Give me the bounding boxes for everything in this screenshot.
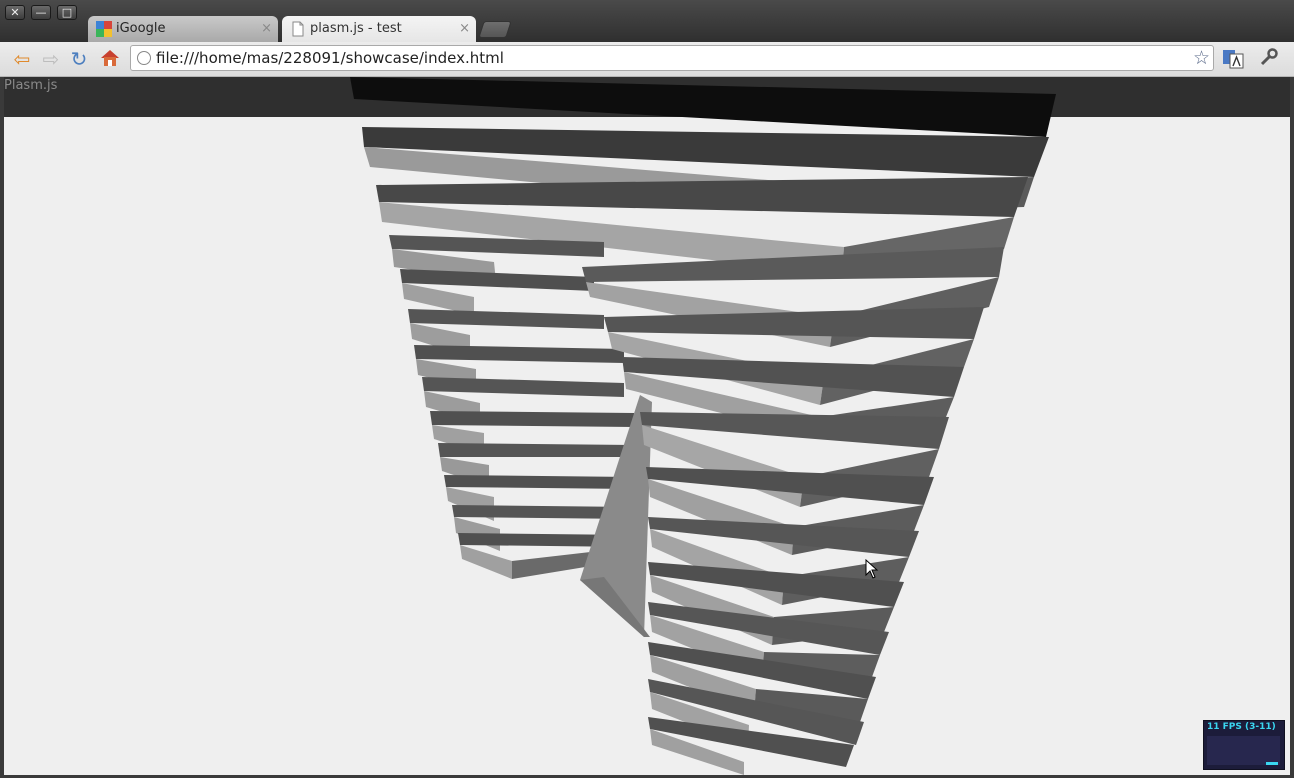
tab-label: iGoogle [116,21,166,36]
browser-window: ✕ — □ iGoogle × plasm.js - test × ⇦ ⇨ ↻ … [0,0,1294,778]
page-icon [290,21,306,37]
fps-graph [1207,736,1280,765]
tab-label: plasm.js - test [310,21,402,36]
browser-toolbar: ⇦ ⇨ ↻ file:///home/mas/228091/showcase/i… [0,42,1294,77]
tab-plasm-test[interactable]: plasm.js - test × [282,16,476,42]
home-button[interactable] [98,47,122,71]
address-bar[interactable]: file:///home/mas/228091/showcase/index.h… [130,45,1214,71]
window-maximize-button[interactable]: □ [57,5,77,20]
3d-canvas[interactable] [4,77,1290,775]
mouse-cursor-icon [865,559,879,579]
globe-icon [137,51,151,65]
igoogle-icon [96,21,112,37]
window-minimize-button[interactable]: — [31,5,51,20]
wrench-icon[interactable] [1258,47,1280,69]
tab-close-icon[interactable]: × [261,16,272,42]
tab-strip: ✕ — □ iGoogle × plasm.js - test × [0,0,1294,42]
reload-button[interactable]: ↻ [67,47,91,71]
model-render [350,77,1056,775]
page-content: Plasm.js 11 FPS (3-11) [4,77,1290,775]
back-button[interactable]: ⇦ [10,47,34,71]
window-close-button[interactable]: ✕ [5,5,25,20]
fps-graph-bar [1266,762,1278,765]
forward-button[interactable]: ⇨ [39,47,63,71]
app-brand-label: Plasm.js [4,78,58,93]
tab-igoogle[interactable]: iGoogle × [88,16,278,42]
bookmark-star-icon[interactable]: ☆ [1193,46,1210,70]
fps-text: 11 FPS (3-11) [1207,722,1276,732]
translate-icon[interactable] [1222,48,1244,70]
fps-meter: 11 FPS (3-11) [1203,720,1285,770]
home-icon [101,50,119,66]
url-text[interactable]: file:///home/mas/228091/showcase/index.h… [156,46,504,70]
new-tab-button[interactable] [478,21,512,38]
tab-close-icon[interactable]: × [459,16,470,42]
